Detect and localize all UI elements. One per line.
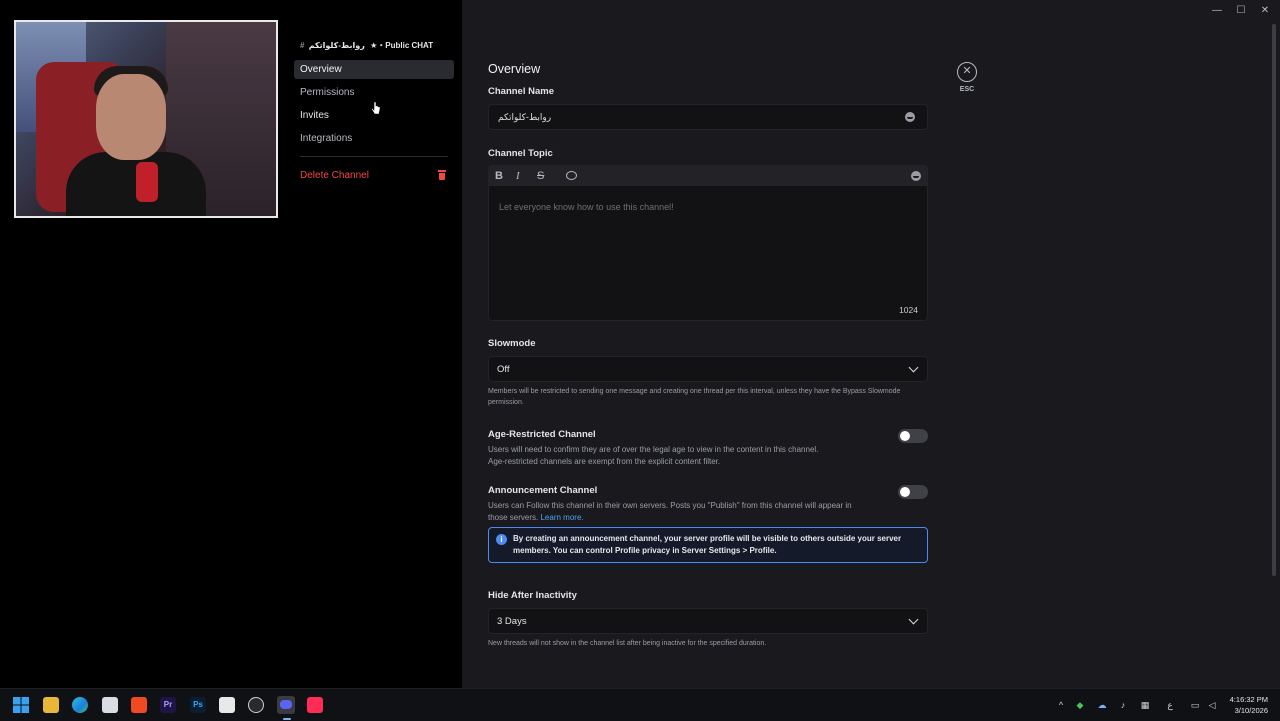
announcement-info-box: i By creating an announcement channel, y… xyxy=(488,527,928,563)
age-restricted-label: Age-Restricted Channel xyxy=(488,429,596,440)
sidebar-server-name: ★・Public CHAT xyxy=(370,41,434,50)
sidebar-header: # روابط-كلواتكم ★・Public CHAT xyxy=(294,38,454,54)
maximize-button[interactable]: ☐ xyxy=(1232,4,1250,18)
sidebar-divider xyxy=(300,156,448,157)
slowmode-help-text: Members will be restricted to sending on… xyxy=(488,388,901,406)
announcement-toggle[interactable] xyxy=(898,485,928,499)
store-icon[interactable] xyxy=(102,697,118,713)
channel-topic-label: Channel Topic xyxy=(488,148,553,159)
esc-label: ESC xyxy=(959,86,975,93)
stream-left-area: # روابط-كلواتكم ★・Public CHAT Overview P… xyxy=(0,0,462,688)
slowmode-label: Slowmode xyxy=(488,338,536,349)
photoshop-icon[interactable]: Ps xyxy=(190,697,206,713)
info-text: By creating an announcement channel, you… xyxy=(513,534,902,555)
spoiler-eye-icon[interactable] xyxy=(566,171,577,180)
toggle-knob xyxy=(900,487,910,497)
formatting-toolbar: B I S xyxy=(489,166,927,186)
tiktok-icon[interactable] xyxy=(307,697,323,713)
channel-name-value: روابط-كلواتكم xyxy=(498,112,552,122)
sidebar-item-integrations[interactable]: Integrations xyxy=(294,129,454,148)
age-restricted-description: Users will need to confirm they are of o… xyxy=(488,444,888,468)
system-clock[interactable]: 4:16:32 PM 3/10/2026 xyxy=(1230,694,1268,716)
taskbar: Pr Ps ^ ◆ ☁ ♪ ▦ ع ▭ ◁ 4:16:32 PM 3/10/20… xyxy=(0,688,1280,721)
obs-icon[interactable] xyxy=(248,697,264,713)
channel-topic-textarea[interactable]: B I S Let everyone know how to use this … xyxy=(488,165,928,321)
slowmode-select[interactable]: Off xyxy=(488,356,928,382)
character-counter: 1024 xyxy=(899,305,918,315)
capcut-icon[interactable] xyxy=(219,697,235,713)
age-restricted-desc-line-1: Users will need to confirm they are of o… xyxy=(488,445,819,454)
window-controls: — ☐ ✕ xyxy=(1208,4,1274,18)
announcement-description: Users can Follow this channel in their o… xyxy=(488,500,858,524)
hide-after-inactivity-select[interactable]: 3 Days xyxy=(488,608,928,634)
sidebar-channel-name: روابط-كلواتكم xyxy=(308,41,365,50)
webcam-overlay xyxy=(14,20,278,218)
channel-name-input[interactable]: روابط-كلواتكم xyxy=(488,104,928,130)
bold-button[interactable]: B xyxy=(495,170,503,182)
brave-icon[interactable] xyxy=(131,697,147,713)
channel-name-label: Channel Name xyxy=(488,86,554,97)
close-window-button[interactable]: ✕ xyxy=(1256,4,1274,18)
language-indicator[interactable]: ع xyxy=(1164,699,1176,711)
info-icon: i xyxy=(496,534,507,545)
edge-icon[interactable] xyxy=(72,697,88,713)
emoji-icon[interactable] xyxy=(905,112,915,122)
topic-placeholder: Let everyone know how to use this channe… xyxy=(499,202,674,212)
discord-icon[interactable] xyxy=(277,696,295,714)
premiere-pro-icon[interactable]: Pr xyxy=(160,697,176,713)
display-icon[interactable]: ▭ xyxy=(1189,699,1201,711)
announcement-label: Announcement Channel xyxy=(488,485,598,496)
learn-more-link[interactable]: Learn more. xyxy=(540,513,583,522)
chevron-down-icon xyxy=(908,362,919,373)
chevron-up-icon[interactable]: ^ xyxy=(1055,699,1067,711)
minimize-button[interactable]: — xyxy=(1208,4,1226,18)
keyboard-icon[interactable]: ▦ xyxy=(1139,699,1151,711)
age-restricted-toggle[interactable] xyxy=(898,429,928,443)
esc-close[interactable]: ✕ ESC xyxy=(955,62,979,93)
delete-channel-label: Delete Channel xyxy=(300,169,369,181)
trash-icon xyxy=(438,170,446,180)
chevron-down-icon xyxy=(908,614,919,625)
microphone-icon[interactable]: ♪ xyxy=(1117,699,1129,711)
slowmode-value: Off xyxy=(497,364,510,375)
strikethrough-button[interactable]: S xyxy=(537,170,544,182)
italic-button[interactable]: I xyxy=(516,170,520,182)
hide-after-inactivity-help: New threads will not show in the channel… xyxy=(488,640,767,647)
network-app-icon[interactable]: ◆ xyxy=(1074,699,1086,711)
volume-icon[interactable]: ◁ xyxy=(1206,699,1218,711)
toggle-knob xyxy=(900,431,910,441)
onedrive-icon[interactable]: ☁ xyxy=(1096,699,1108,711)
close-icon[interactable]: ✕ xyxy=(957,62,977,82)
topic-emoji-icon[interactable] xyxy=(911,171,921,181)
file-explorer-icon[interactable] xyxy=(43,697,59,713)
sidebar-item-permissions[interactable]: Permissions xyxy=(294,83,454,102)
hide-after-inactivity-value: 3 Days xyxy=(497,616,527,627)
scrollbar[interactable] xyxy=(1272,24,1276,576)
settings-main-panel: — ☐ ✕ Overview Channel Name روابط-كلواتك… xyxy=(462,0,1280,688)
mouse-cursor-icon xyxy=(371,101,381,115)
age-restricted-desc-line-2: Age-restricted channels are exempt from … xyxy=(488,457,721,466)
windows-start-icon[interactable] xyxy=(13,697,29,713)
clock-time: 4:16:32 PM xyxy=(1229,695,1268,704)
delete-channel-button[interactable]: Delete Channel xyxy=(294,165,454,185)
hash-icon: # xyxy=(300,41,305,50)
sidebar-item-overview[interactable]: Overview xyxy=(294,60,454,79)
hide-after-inactivity-label: Hide After Inactivity xyxy=(488,590,577,601)
clock-date: 3/10/2026 xyxy=(1234,706,1268,715)
page-title: Overview xyxy=(488,62,541,76)
